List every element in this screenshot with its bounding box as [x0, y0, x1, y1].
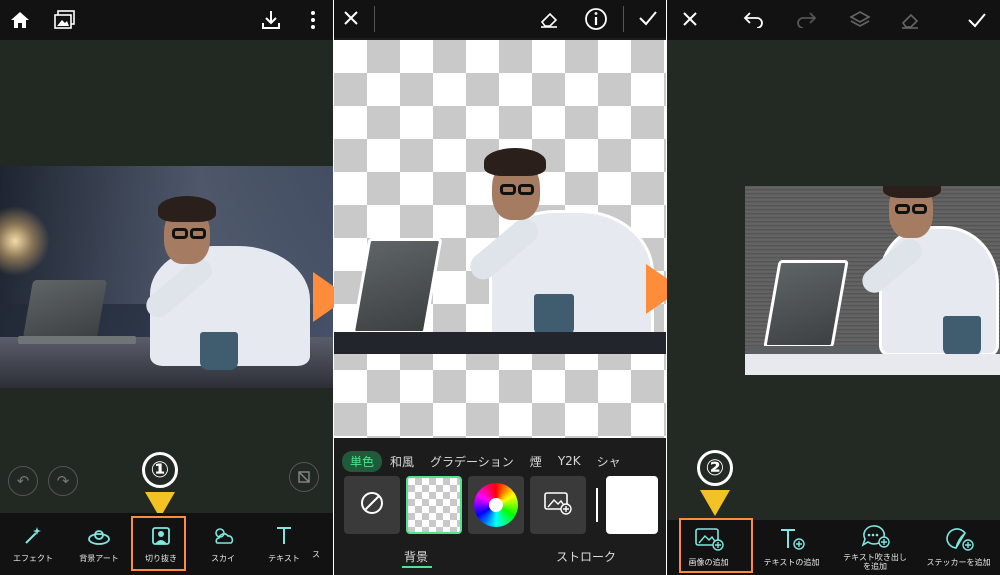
text-icon: [274, 525, 294, 549]
tab-solid-color[interactable]: 単色: [342, 450, 383, 472]
tool-label: ステッカーを追加: [926, 558, 991, 567]
tab-background[interactable]: 背景: [404, 548, 428, 565]
no-background-swatch[interactable]: [344, 476, 400, 534]
eraser-icon[interactable]: [538, 8, 560, 30]
image-background-swatch[interactable]: [530, 476, 586, 534]
add-element-panel: ② 画像の追加 テキストの追加 テキスト吹き出しを追加 ステッカーを追加: [667, 0, 1000, 575]
close-icon[interactable]: [342, 9, 360, 27]
tool-add-speech-bubble[interactable]: テキスト吹き出しを追加: [833, 520, 917, 575]
tool-effect[interactable]: エフェクト: [0, 513, 66, 575]
composite-canvas: [667, 186, 1000, 375]
download-icon[interactable]: [260, 9, 282, 31]
step-1-marker: ①: [142, 452, 178, 488]
tool-label: テキスト吹き出しを追加: [843, 552, 907, 571]
magic-wand-icon: [22, 525, 44, 549]
tab-smoke[interactable]: 煙: [522, 451, 550, 472]
add-image-icon: [543, 490, 573, 520]
tool-add-sticker[interactable]: ステッカーを追加: [917, 520, 1000, 575]
add-sticker-icon: [944, 527, 974, 553]
tool-label: エフェクト: [13, 553, 53, 563]
step-2-highlight: [679, 518, 753, 573]
tool-label: スカイ: [211, 553, 235, 563]
tool-label: テキスト: [268, 553, 300, 563]
active-tab-indicator: [402, 566, 432, 568]
add-speech-bubble-icon: [860, 524, 890, 550]
sky-icon: [211, 525, 235, 549]
tool-background-art[interactable]: 背景アート: [66, 513, 132, 575]
tool-text[interactable]: テキスト: [256, 513, 312, 575]
top-bar: [667, 0, 1000, 40]
apply-check-icon[interactable]: [967, 11, 987, 29]
white-swatch[interactable]: [606, 476, 658, 534]
none-icon: [359, 490, 385, 520]
add-text-icon: [778, 527, 806, 553]
apply-check-icon[interactable]: [638, 9, 658, 27]
tab-stroke[interactable]: ストローク: [556, 548, 616, 565]
divider: [596, 488, 598, 522]
tool-label: 背景アート: [79, 553, 119, 563]
undo-icon[interactable]: [741, 10, 765, 28]
tool-add-text[interactable]: テキストの追加: [750, 520, 833, 575]
top-bar: [0, 0, 333, 40]
photo-canvas: [0, 166, 333, 388]
gallery-icon[interactable]: [54, 10, 76, 30]
background-panel: 単色 和風 グラデーション 煙 Y2K シャ 背景 ストローク: [334, 0, 666, 575]
tab-more[interactable]: シャ: [589, 451, 629, 472]
tool-sky[interactable]: スカイ: [190, 513, 256, 575]
tab-y2k[interactable]: Y2K: [550, 452, 589, 470]
tool-label: テキストの追加: [763, 558, 820, 567]
home-icon[interactable]: [10, 10, 30, 30]
redo-button[interactable]: ↷: [48, 466, 78, 496]
transparent-swatch[interactable]: [406, 476, 462, 534]
close-icon[interactable]: [681, 10, 699, 28]
cutout-subject: [334, 146, 666, 356]
editor-panel: ↶ ↷ ① エフェクト 背景アート 切り抜き スカイ テキスト ス: [0, 0, 333, 575]
eraser-icon[interactable]: [899, 9, 921, 31]
top-bar: [334, 0, 666, 38]
tab-japanese[interactable]: 和風: [382, 451, 422, 472]
layers-icon[interactable]: [849, 9, 871, 31]
info-icon[interactable]: [584, 7, 608, 31]
step-2-arrow: [700, 490, 730, 516]
tool-more[interactable]: ス: [312, 513, 333, 575]
undo-button[interactable]: ↶: [8, 466, 38, 496]
tab-gradation[interactable]: グラデーション: [422, 451, 522, 472]
color-picker-swatch[interactable]: [468, 476, 524, 534]
background-category-tabs: 単色 和風 グラデーション 煙 Y2K シャ: [334, 450, 666, 472]
compare-button[interactable]: [289, 462, 319, 492]
step-1-highlight: [131, 516, 186, 571]
more-menu-icon[interactable]: [310, 10, 316, 30]
step-2-marker: ②: [697, 450, 733, 486]
background-art-icon: [87, 525, 111, 549]
redo-icon[interactable]: [795, 10, 819, 28]
color-wheel-icon: [474, 483, 518, 527]
